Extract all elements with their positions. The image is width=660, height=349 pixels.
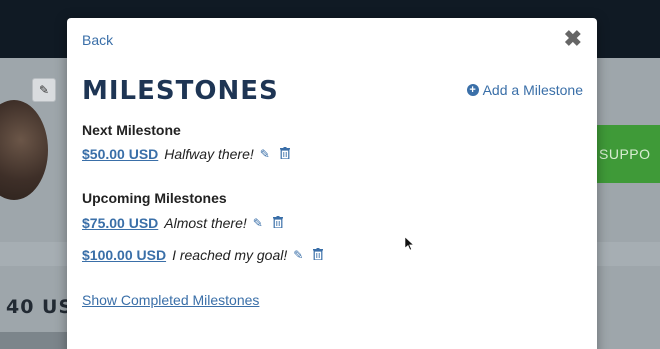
trash-icon[interactable] xyxy=(269,215,283,231)
pencil-icon[interactable]: ✎ xyxy=(253,216,263,230)
show-completed-link[interactable]: Show Completed Milestones xyxy=(82,292,259,308)
milestone-description: Almost there! xyxy=(164,215,247,231)
milestone-amount-link[interactable]: $75.00 USD xyxy=(82,215,158,231)
background-edit-button: ✎ xyxy=(32,78,56,102)
add-milestone-button[interactable]: + Add a Milestone xyxy=(466,82,583,98)
close-button[interactable]: ✖ xyxy=(564,28,582,50)
next-milestone-row: $50.00 USD Halfway there! ✎ xyxy=(82,146,290,162)
pencil-icon[interactable]: ✎ xyxy=(293,248,303,262)
milestone-amount-link[interactable]: $100.00 USD xyxy=(82,247,166,263)
milestone-amount-link[interactable]: $50.00 USD xyxy=(82,146,158,162)
page: ✎ 40 US SUPPO Back ✖ MILESTONES + Add a … xyxy=(0,0,660,349)
add-milestone-label: Add a Milestone xyxy=(482,82,583,98)
milestone-description: I reached my goal! xyxy=(172,247,288,263)
background-amount-text: 40 US xyxy=(6,296,74,318)
pencil-icon: ✎ xyxy=(38,83,50,97)
list-item: $100.00 USD I reached my goal! ✎ xyxy=(82,247,324,263)
pencil-icon[interactable]: ✎ xyxy=(260,147,270,161)
next-milestone-heading: Next Milestone xyxy=(82,122,181,138)
cursor-icon xyxy=(405,237,415,251)
trash-icon[interactable] xyxy=(309,247,324,263)
list-item: $75.00 USD Almost there! ✎ xyxy=(82,215,283,231)
back-link[interactable]: Back xyxy=(82,32,113,48)
milestones-modal: Back ✖ MILESTONES + Add a Milestone Next… xyxy=(67,18,597,349)
plus-circle-icon: + xyxy=(466,84,479,96)
trash-icon[interactable] xyxy=(276,146,290,162)
background-bottom-block xyxy=(0,332,68,349)
close-icon: ✖ xyxy=(563,26,582,51)
background-support-button: SUPPO xyxy=(597,125,660,183)
milestone-description: Halfway there! xyxy=(164,146,254,162)
upcoming-milestones-heading: Upcoming Milestones xyxy=(82,190,227,206)
page-title: MILESTONES xyxy=(82,76,279,106)
